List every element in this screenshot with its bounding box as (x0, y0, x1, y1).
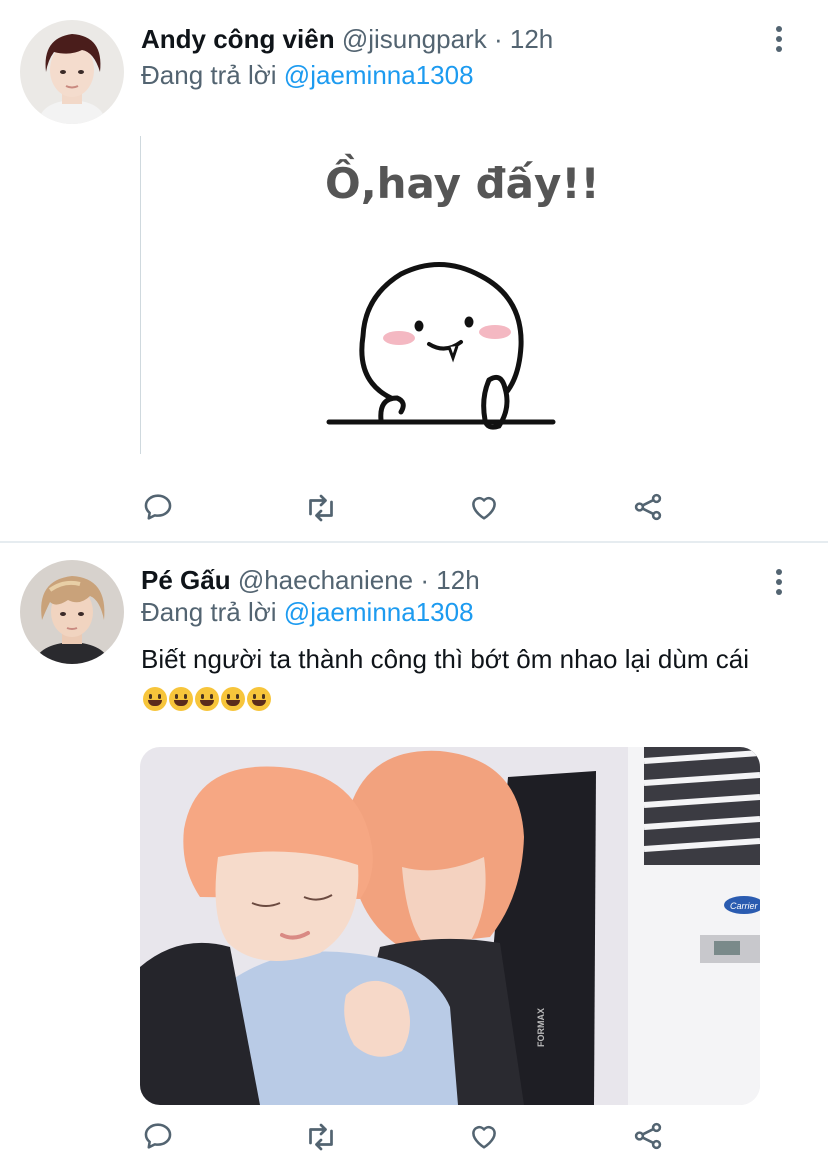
tweet-text: Biết người ta thành công thì bớt ôm nhao… (141, 640, 781, 718)
like-icon[interactable] (467, 1119, 507, 1159)
share-icon[interactable] (631, 1119, 671, 1159)
grinning-face-emoji (169, 687, 193, 712)
speaker-brand-label: FORMAX (536, 1008, 546, 1047)
reply-context: Đang trả lời @jaeminna1308 (141, 58, 474, 92)
like-icon[interactable] (467, 490, 507, 530)
tweet-media-photo[interactable]: Carrier FORMAX (140, 747, 760, 1105)
tweet-actions (141, 1119, 681, 1159)
grinning-face-emoji (143, 687, 167, 712)
timestamp[interactable]: 12h (510, 24, 553, 54)
tweet[interactable]: Pé Gấu @haechaniene · 12h Đang trả lời @… (0, 543, 828, 1162)
avatar[interactable] (20, 20, 124, 124)
grinning-face-emoji (221, 687, 245, 712)
more-icon[interactable] (774, 569, 784, 599)
grinning-face-emoji (195, 687, 219, 712)
emoji-group (141, 680, 271, 718)
author-handle[interactable]: @haechaniene (238, 565, 413, 595)
share-icon[interactable] (631, 490, 671, 530)
ac-brand-label: Carrier (730, 901, 759, 911)
more-icon[interactable] (774, 26, 784, 56)
reply-prefix: Đang trả lời (141, 597, 277, 627)
timestamp[interactable]: 12h (436, 565, 479, 595)
tweet-actions (141, 490, 681, 530)
reply-icon[interactable] (141, 1119, 181, 1159)
separator: · (420, 565, 430, 595)
tweet-header: Andy công viên @jisungpark · 12h (141, 22, 553, 56)
grinning-face-emoji (247, 687, 271, 712)
tweet-header: Pé Gấu @haechaniene · 12h (141, 563, 480, 597)
tweet-media-sticker[interactable]: Ồ,hay đấy!! (140, 136, 761, 454)
sticker-caption: Ồ,hay đấy!! (325, 153, 600, 208)
avatar[interactable] (20, 560, 124, 664)
reply-icon[interactable] (141, 490, 181, 530)
tweet-text-body: Biết người ta thành công thì bớt ôm nhao… (141, 644, 749, 674)
author-name[interactable]: Pé Gấu (141, 565, 231, 595)
reply-context: Đang trả lời @jaeminna1308 (141, 595, 474, 629)
retweet-icon[interactable] (303, 490, 343, 530)
reply-prefix: Đang trả lời (141, 60, 277, 90)
separator: · (493, 24, 503, 54)
author-name[interactable]: Andy công viên (141, 24, 335, 54)
tweet[interactable]: Andy công viên @jisungpark · 12h Đang tr… (0, 0, 828, 542)
retweet-icon[interactable] (303, 1119, 343, 1159)
reply-mention-link[interactable]: @jaeminna1308 (284, 60, 474, 90)
reply-mention-link[interactable]: @jaeminna1308 (284, 597, 474, 627)
author-handle[interactable]: @jisungpark (342, 24, 487, 54)
